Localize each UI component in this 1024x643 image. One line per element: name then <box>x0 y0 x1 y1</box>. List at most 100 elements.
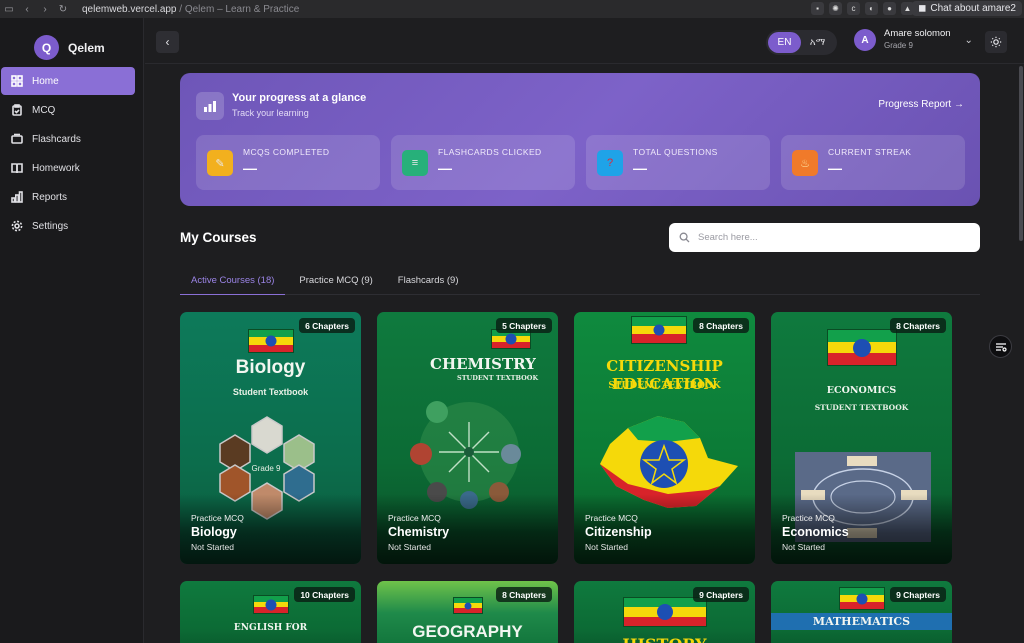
card-name: Biology <box>191 525 237 539</box>
stat-value: — <box>243 160 257 176</box>
reload-icon[interactable]: ↻ <box>54 4 72 15</box>
card-status: Not Started <box>782 542 825 552</box>
extension-icon[interactable]: ✺ <box>829 2 842 15</box>
cover-subtitle: STUDENT TEXTBOOK <box>457 374 539 382</box>
brand-logo: Q <box>34 35 59 60</box>
filter-list-icon <box>995 342 1007 352</box>
chapters-badge: 8 Chapters <box>496 587 552 602</box>
course-card-biology[interactable]: 6 Chapters Biology Student Textbook Grad… <box>180 312 361 564</box>
sidebar-item-label: Settings <box>32 220 69 232</box>
collapse-sidebar-button[interactable]: ‹ <box>156 31 179 53</box>
stat-value: — <box>438 160 452 176</box>
sidebar-item-reports[interactable]: Reports <box>1 183 135 211</box>
fire-icon: ♨ <box>792 150 818 176</box>
user-name: Amare solomon <box>884 28 951 39</box>
chapters-badge: 8 Chapters <box>693 318 749 333</box>
course-card-english[interactable]: 10 Chapters ENGLISH FOR <box>180 581 361 643</box>
address-bar[interactable]: qelemweb.vercel.app / Qelem – Learn & Pr… <box>82 4 299 15</box>
back-icon[interactable]: ‹ <box>18 4 36 15</box>
ethiopia-flag <box>622 597 707 627</box>
card-status: Not Started <box>191 542 234 552</box>
sidebar-item-home[interactable]: Home <box>1 67 135 95</box>
sidebar-item-mcq[interactable]: MCQ <box>1 96 135 124</box>
gear-icon <box>11 220 23 232</box>
lang-en-option[interactable]: EN <box>768 32 801 53</box>
cards-icon <box>11 133 23 145</box>
stat-label: TOTAL QUESTIONS <box>633 147 718 157</box>
cover-subtitle: STUDENT TEXTBOOK <box>608 381 721 391</box>
bar-chart-icon <box>11 191 23 203</box>
lang-am-option[interactable]: አማ <box>801 32 834 53</box>
chapters-badge: 9 Chapters <box>890 587 946 602</box>
scrollbar[interactable] <box>1019 66 1023 241</box>
sidebar-item-settings[interactable]: Settings <box>1 212 135 240</box>
extension-icon[interactable]: ▪ <box>811 2 824 15</box>
cover-title: CHEMISTRY <box>430 355 536 373</box>
card-name: Economics <box>782 525 849 539</box>
tab-practice-mcq[interactable]: Practice MCQ (9) <box>288 266 383 295</box>
card-kind: Practice MCQ <box>585 513 638 523</box>
card-kind: Practice MCQ <box>782 513 835 523</box>
book-icon <box>11 162 23 174</box>
theme-toggle-button[interactable] <box>985 31 1007 53</box>
chapters-badge: 9 Chapters <box>693 587 749 602</box>
stats-row: ✎ MCQS COMPLETED — ≡ FLASHCARDS CLICKED … <box>196 135 965 190</box>
card-meta: Practice MCQ Chemistry Not Started <box>388 513 449 552</box>
stat-value: — <box>633 160 647 176</box>
stat-label: FLASHCARDS CLICKED <box>438 147 542 157</box>
search-box[interactable] <box>669 223 980 252</box>
cover-subtitle: Student Textbook <box>232 387 309 397</box>
course-card-citizenship[interactable]: 8 Chapters CITIZENSHIP EDUCATION STUDENT… <box>574 312 755 564</box>
sidebar-nav: Home MCQ Flashcards Homework Reports Set… <box>0 67 143 240</box>
stat-current-streak: ♨ CURRENT STREAK — <box>781 135 965 190</box>
course-card-history[interactable]: 9 Chapters HISTORY <box>574 581 755 643</box>
sidebar-item-flashcards[interactable]: Flashcards <box>1 125 135 153</box>
sidebar: Q Qelem Home MCQ Flashcards Homework Rep… <box>0 18 144 643</box>
sidebar-item-label: Flashcards <box>32 133 81 145</box>
chevron-left-icon: ‹ <box>165 35 170 49</box>
chat-bubble-icon: ◼ <box>918 3 927 14</box>
bar-chart-icon <box>196 92 224 120</box>
course-card-geography[interactable]: 8 Chapters GEOGRAPHY <box>377 581 558 643</box>
chapters-badge: 10 Chapters <box>294 587 355 602</box>
sidebar-toggle-icon[interactable]: ▭ <box>0 4 18 15</box>
progress-report-link[interactable]: Progress Report → <box>878 99 964 110</box>
progress-card: Your progress at a glance Track your lea… <box>180 73 980 206</box>
extension-icon[interactable]: ● <box>883 2 896 15</box>
top-header: ‹ EN አማ A Amare solomon Grade 9 ⌄ <box>145 18 1024 64</box>
card-meta: Practice MCQ Citizenship Not Started <box>585 513 652 552</box>
grid-icon <box>11 75 23 87</box>
extension-icon[interactable]: ◐ <box>865 2 878 15</box>
sidebar-item-label: MCQ <box>32 104 56 116</box>
extension-icon[interactable]: c <box>847 2 860 15</box>
course-card-economics[interactable]: 8 Chapters ECONOMICS STUDENT TEXTBOOK Pr… <box>771 312 952 564</box>
sidebar-item-homework[interactable]: Homework <box>1 154 135 182</box>
course-card-mathematics[interactable]: 9 Chapters MATHEMATICS <box>771 581 952 643</box>
floating-filter-button[interactable] <box>989 335 1012 358</box>
ethiopia-flag <box>252 595 289 614</box>
card-status: Not Started <box>585 542 628 552</box>
search-input[interactable] <box>698 232 968 243</box>
tab-active-courses[interactable]: Active Courses (18) <box>180 266 286 295</box>
language-toggle[interactable]: EN አማ <box>766 30 837 55</box>
browser-toolbar: ▭ ‹ › ↻ qelemweb.vercel.app / Qelem – Le… <box>0 0 1024 18</box>
card-kind: Practice MCQ <box>191 513 244 523</box>
chat-button[interactable]: ◼ Chat about amare2 <box>912 1 1022 16</box>
stat-mcqs-completed: ✎ MCQS COMPLETED — <box>196 135 380 190</box>
brand[interactable]: Q Qelem <box>0 18 143 66</box>
sidebar-item-label: Homework <box>32 162 80 174</box>
card-meta: Practice MCQ Economics Not Started <box>782 513 849 552</box>
sidebar-item-label: Home <box>32 75 59 87</box>
clipboard-icon <box>11 104 23 116</box>
cover-title: Biology <box>235 357 306 378</box>
ethiopia-flag <box>631 316 687 344</box>
forward-icon[interactable]: › <box>36 4 54 15</box>
notes-icon: ✎ <box>207 150 233 176</box>
cover-title: GEOGRAPHY <box>412 622 523 641</box>
chapters-badge: 5 Chapters <box>496 318 552 333</box>
tab-flashcards[interactable]: Flashcards (9) <box>387 266 470 295</box>
user-menu[interactable]: A Amare solomon Grade 9 ⌄ <box>854 28 973 52</box>
svg-text:Grade 9: Grade 9 <box>252 464 281 473</box>
cover-title: HISTORY <box>574 635 755 643</box>
course-card-chemistry[interactable]: 5 Chapters CHEMISTRY STUDENT TEXTBOOK Pr… <box>377 312 558 564</box>
